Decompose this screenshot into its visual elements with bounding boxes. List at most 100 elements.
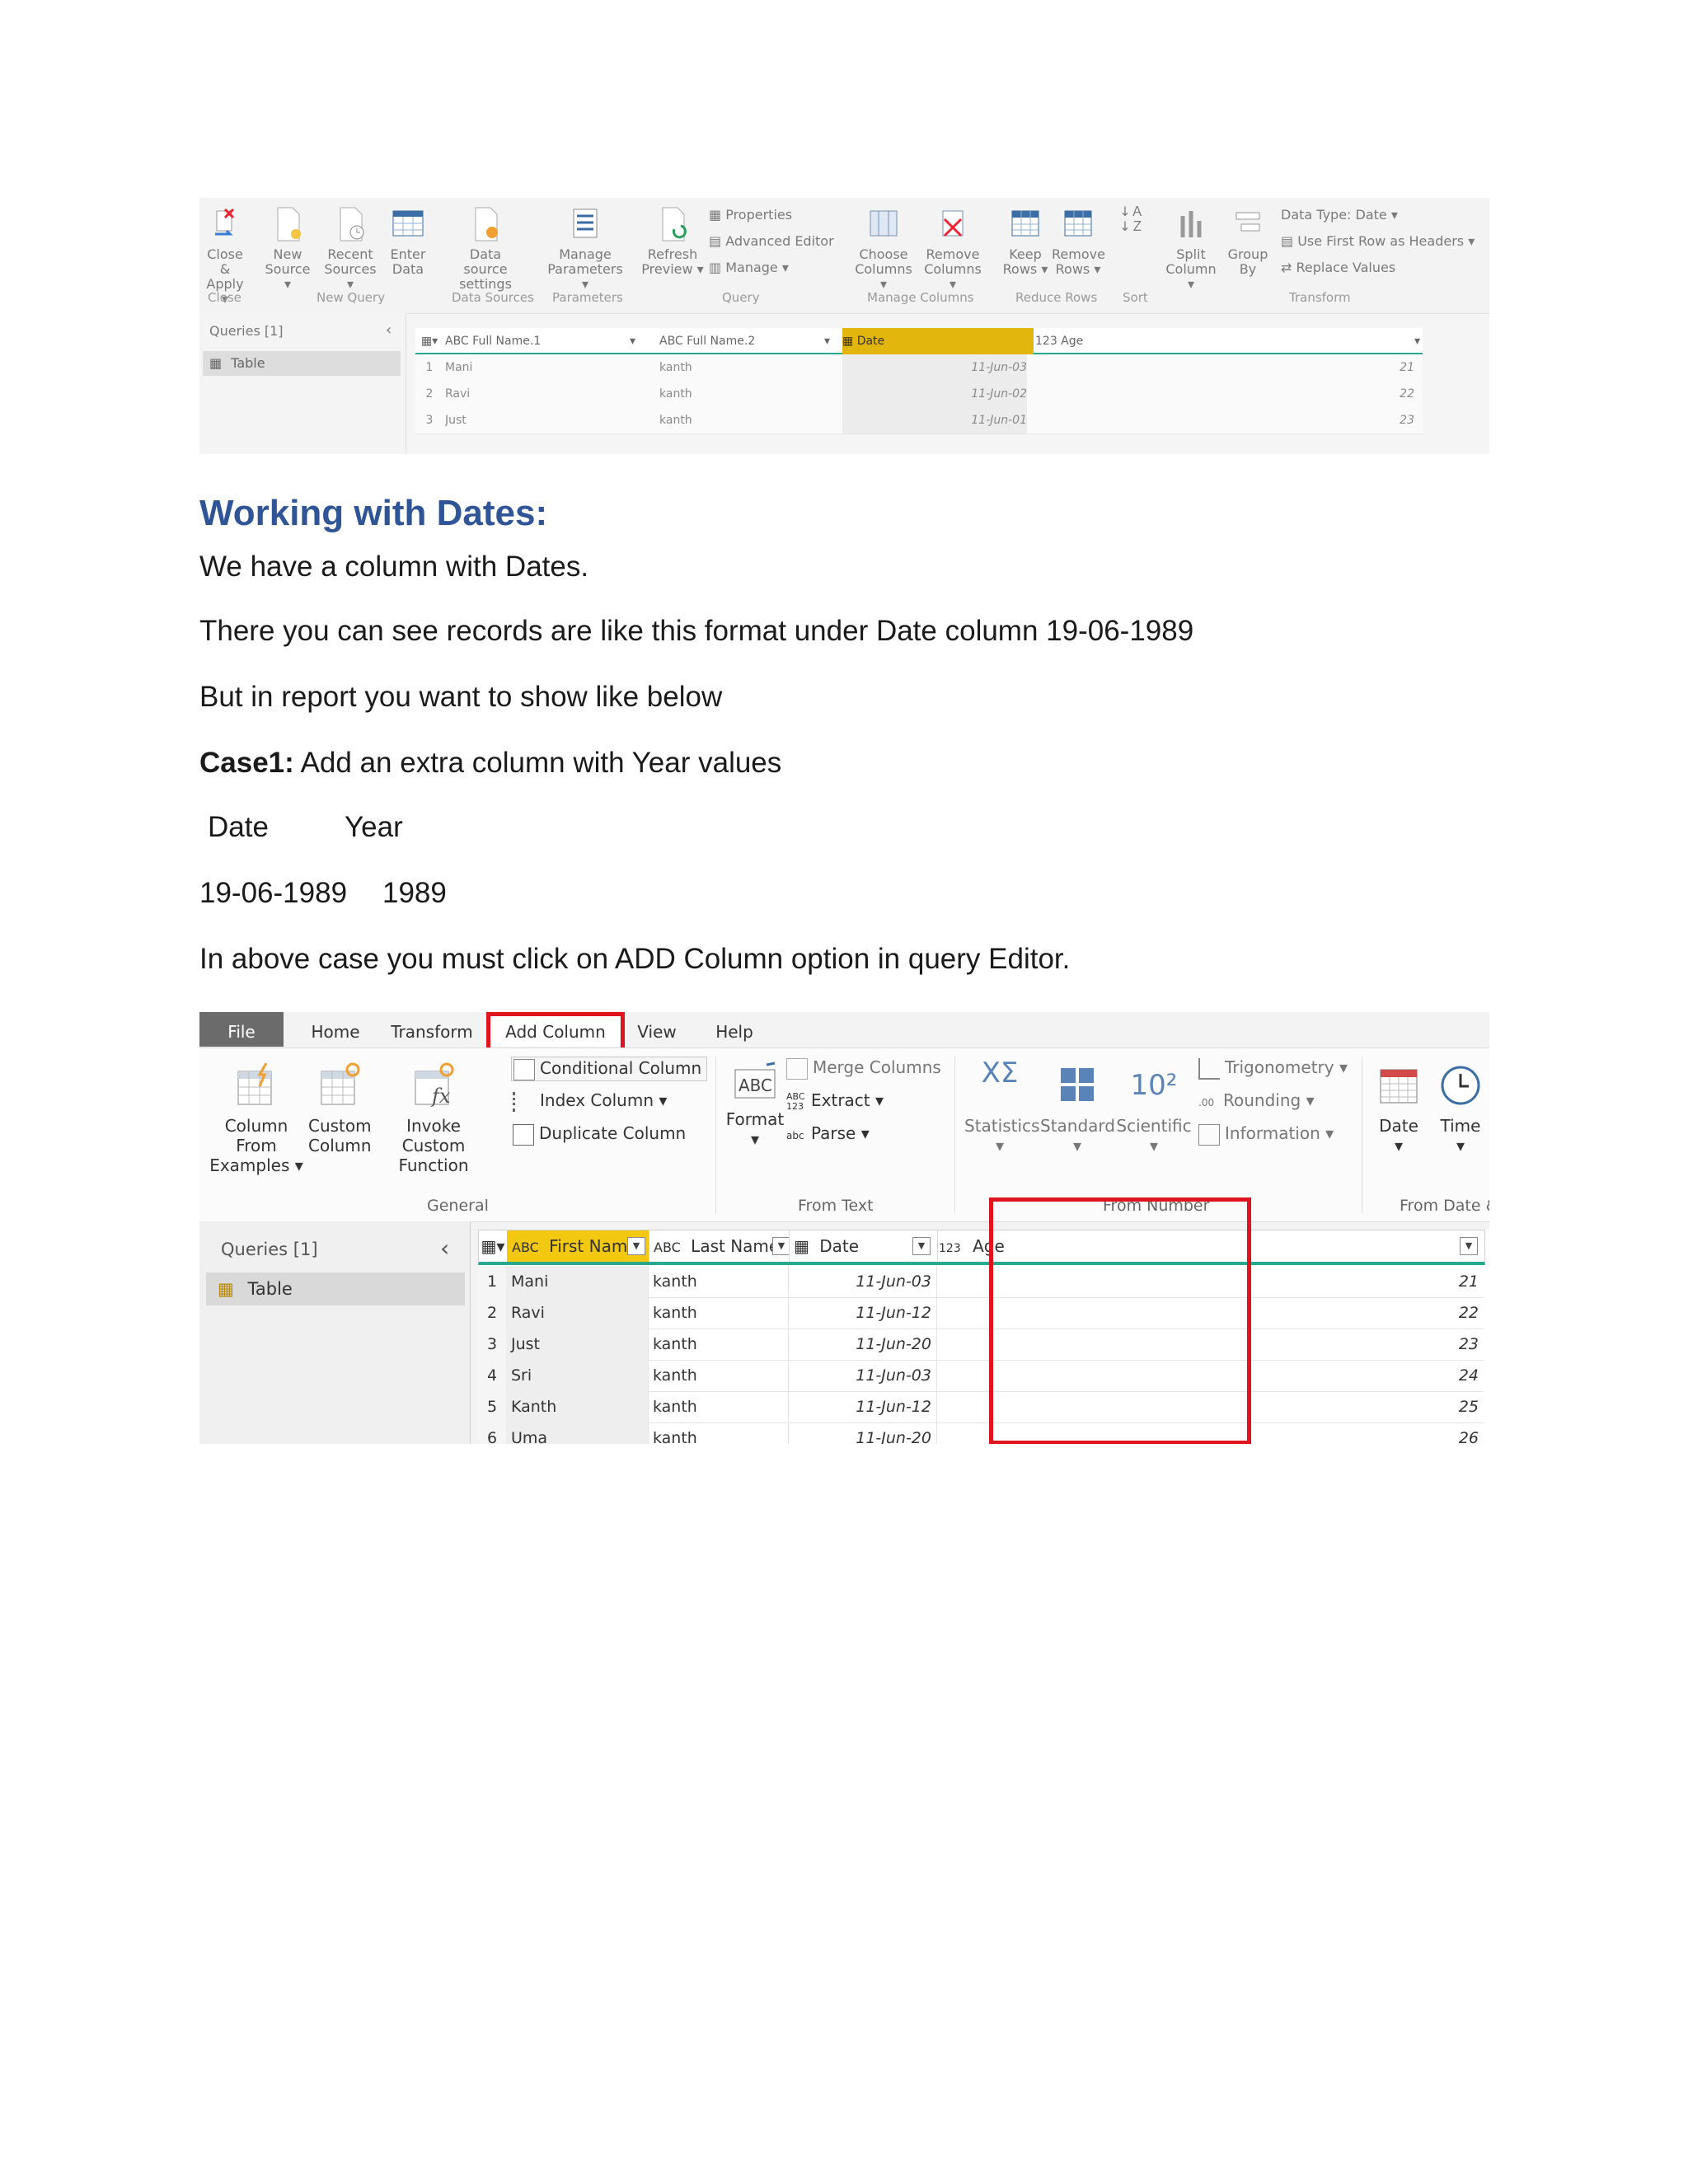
column-header[interactable]: ABC Full Name.1 xyxy=(445,328,658,354)
scientific-button[interactable]: 10² Scientific ▾ xyxy=(1116,1062,1192,1155)
properties-button[interactable]: ▦ Properties xyxy=(709,208,841,223)
parse-button[interactable]: abc Parse ▾ xyxy=(786,1122,870,1145)
table-row: 3 Just kanth 11-Jun-01 23 xyxy=(415,407,1423,434)
data-source-settings-button[interactable]: Data source settings xyxy=(448,204,523,292)
text-type-icon: ABC xyxy=(512,1240,539,1255)
table-icon: ▦ xyxy=(209,355,223,371)
example-header-date: Date xyxy=(208,811,269,843)
properties-icon: ▦ xyxy=(709,207,726,223)
queries-label: Queries [1] xyxy=(221,1240,318,1259)
split-column-button[interactable]: Split Column ▾ xyxy=(1164,204,1218,292)
conditional-column-button[interactable]: Conditional Column xyxy=(511,1057,708,1081)
remove-columns-button[interactable]: Remove Columns ▾ xyxy=(920,204,986,292)
invoke-custom-function-button[interactable]: fx Invoke Custom Function xyxy=(374,1062,493,1175)
dropdown-icon[interactable]: ▾ xyxy=(1414,328,1423,354)
query-item-table[interactable]: ▦ Table xyxy=(206,1272,465,1305)
information-button[interactable]: Information ▾ xyxy=(1198,1122,1334,1146)
column-header[interactable]: ABC Full Name.2 xyxy=(659,328,824,354)
dropdown-icon[interactable]: ▾ xyxy=(630,328,646,354)
highlight-date-column xyxy=(989,1197,1251,1444)
query-item-table[interactable]: ▦ Table xyxy=(203,351,401,376)
dropdown-icon[interactable]: ▼ xyxy=(1460,1237,1478,1255)
paragraph: We have a column with Dates. xyxy=(199,551,589,583)
chevron-down-icon: ▾ xyxy=(1149,1136,1159,1155)
manage-button[interactable]: ▥ Manage ▾ xyxy=(709,260,841,275)
chevron-down-icon: ▾ xyxy=(1456,1136,1465,1155)
column-header-last-name[interactable]: ABC Last Name ▼ xyxy=(649,1230,790,1262)
table-row: 4 Sri kanth 11-Jun-03 24 xyxy=(478,1360,1484,1392)
tab-file[interactable]: File xyxy=(199,1012,284,1047)
group-divider xyxy=(954,1057,955,1213)
table-menu-icon[interactable]: ▦▾ xyxy=(479,1230,508,1262)
column-header[interactable]: 123 Age xyxy=(1035,328,1225,354)
choose-columns-button[interactable]: Choose Columns ▾ xyxy=(851,204,917,292)
data-source-settings-icon xyxy=(475,207,498,241)
group-label-from-date-time: From Date & xyxy=(1400,1197,1489,1215)
collapse-icon[interactable]: ‹ xyxy=(386,321,392,339)
grid-header: ▦▾ ABC Full Name.1 ▾ ABC Full Name.2 ▾ ▦… xyxy=(415,328,1423,355)
tab-home[interactable]: Home xyxy=(298,1012,373,1047)
column-from-examples-button[interactable]: Column From Examples ▾ xyxy=(208,1062,305,1175)
statistics-button[interactable]: XΣ Statistics ▾ xyxy=(964,1057,1039,1155)
group-label-sort: Sort xyxy=(1123,290,1148,305)
time-button[interactable]: Time ▾ xyxy=(1434,1062,1487,1155)
date-button[interactable]: Date ▾ xyxy=(1370,1062,1428,1155)
dropdown-icon[interactable]: ▾ xyxy=(824,328,841,354)
calendar-icon xyxy=(1380,1069,1418,1104)
tab-transform[interactable]: Transform xyxy=(382,1012,481,1047)
clock-icon xyxy=(1441,1066,1480,1105)
manage-parameters-icon xyxy=(573,209,598,238)
use-first-row-headers-button[interactable]: ▤ Use First Row as Headers ▾ xyxy=(1281,234,1487,249)
standard-button[interactable]: Standard ▾ xyxy=(1040,1062,1115,1155)
column-header-date[interactable]: ▦ Date ▼ xyxy=(789,1230,938,1262)
collapse-icon[interactable]: ‹ xyxy=(440,1235,449,1262)
new-source-button[interactable]: New Source ▾ xyxy=(264,204,312,292)
recent-sources-icon xyxy=(340,207,364,241)
paragraph: In above case you must click on ADD Colu… xyxy=(199,943,1071,975)
data-type-dropdown[interactable]: Data Type: Date ▾ xyxy=(1281,208,1479,223)
duplicate-column-button[interactable]: Duplicate Column xyxy=(513,1122,686,1146)
statistics-icon: XΣ xyxy=(981,1057,1019,1090)
extract-button[interactable]: ABC 123 Extract ▾ xyxy=(786,1090,884,1112)
column-header-first-name[interactable]: ABC First Name ▼ xyxy=(507,1230,649,1262)
text-type-icon: ABC xyxy=(654,1240,681,1255)
rounding-button[interactable]: .00 Rounding ▾ xyxy=(1198,1090,1315,1112)
close-apply-icon xyxy=(215,208,235,236)
calendar-icon: ▦ xyxy=(794,1236,809,1256)
enter-data-button[interactable]: Enter Data xyxy=(387,204,429,277)
replace-values-button[interactable]: ⇄ Replace Values xyxy=(1281,260,1479,275)
sort-buttons[interactable]: ↓Ａ ↓Ｚ xyxy=(1119,204,1144,234)
refresh-preview-button[interactable]: Refresh Preview ▾ xyxy=(640,204,706,277)
grid-header: ▦▾ ABC First Name ▼ ABC Last Name ▼ ▦ Da… xyxy=(478,1230,1485,1265)
remove-columns-icon xyxy=(942,210,964,237)
text-type-icon: ABC xyxy=(445,335,473,348)
advanced-editor-button[interactable]: ▤ Advanced Editor xyxy=(709,234,841,249)
information-icon xyxy=(1198,1123,1220,1146)
refresh-preview-icon xyxy=(662,207,687,241)
queries-pane: Queries [1] ‹ ▦ Table xyxy=(199,1221,471,1444)
group-by-button[interactable]: Group By xyxy=(1225,204,1271,277)
manage-parameters-button[interactable]: Manage Parameters ▾ xyxy=(544,204,626,292)
recent-sources-button[interactable]: Recent Sources ▾ xyxy=(323,204,377,292)
custom-column-button[interactable]: Custom Column xyxy=(308,1062,372,1155)
group-label-manage-columns: Manage Columns xyxy=(867,290,974,305)
trigonometry-button[interactable]: Trigonometry ▾ xyxy=(1198,1057,1348,1080)
tab-view[interactable]: View xyxy=(633,1012,681,1047)
format-button[interactable]: ABC Format ▾ xyxy=(722,1062,788,1149)
group-by-icon xyxy=(1236,212,1260,232)
chevron-down-icon: ▾ xyxy=(995,1136,1005,1155)
tab-help[interactable]: Help xyxy=(710,1012,758,1047)
format-icon: ABC xyxy=(734,1062,776,1099)
highlight-add-column-tab xyxy=(486,1012,625,1052)
index-column-button[interactable]: Index Column ▾ xyxy=(513,1090,667,1112)
dropdown-icon[interactable]: ▼ xyxy=(772,1237,789,1255)
remove-rows-button[interactable]: Remove Rows ▾ xyxy=(1052,204,1105,277)
keep-rows-button[interactable]: Keep Rows ▾ xyxy=(1002,204,1048,277)
rounding-icon: .00 xyxy=(1198,1096,1215,1108)
dropdown-icon[interactable]: ▼ xyxy=(627,1237,645,1255)
table-menu-icon[interactable]: ▦▾ xyxy=(415,328,443,354)
merge-columns-icon xyxy=(786,1057,808,1080)
merge-columns-button[interactable]: Merge Columns xyxy=(786,1057,941,1080)
dropdown-icon[interactable]: ▼ xyxy=(912,1237,931,1255)
column-header-date[interactable]: ▦ Date xyxy=(842,328,1034,354)
